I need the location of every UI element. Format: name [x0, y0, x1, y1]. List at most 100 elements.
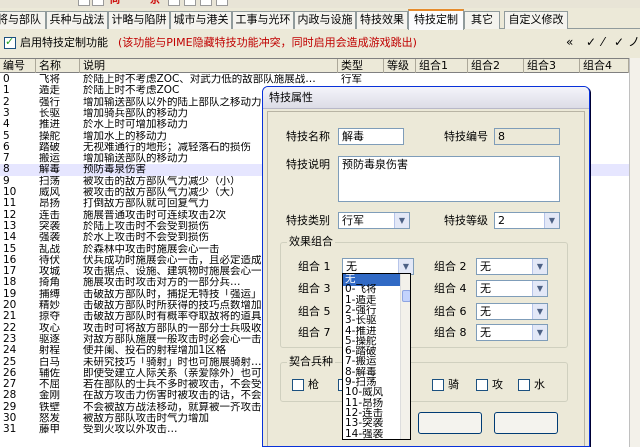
troop-spear-checkbox[interactable]: [292, 379, 304, 391]
tab-works-auras[interactable]: 工事与光环: [232, 11, 294, 29]
chevron-down-icon[interactable]: ▼: [532, 259, 547, 274]
double-chevron-left-icon[interactable]: «: [566, 35, 573, 49]
skill-desc-textarea[interactable]: 预防毒泉伤害: [338, 156, 560, 202]
tab-other[interactable]: 其它: [464, 11, 500, 29]
table-cell-c4: [580, 74, 629, 85]
tab-officers-units[interactable]: 将与部队: [0, 11, 46, 29]
table-cell-id: 6: [3, 141, 10, 153]
table-cell-name: 扫荡: [39, 175, 60, 187]
tab-cities-ports[interactable]: 城市与港关: [170, 11, 232, 29]
combo1-dropdown-list[interactable]: 无 0-飞将 1-遁走 2-强行 3-长驱 4-推进 5-操舵 6-踏破 7-搬运 8-解毒 9-扫…: [342, 273, 411, 440]
troop-cavalry-checkbox[interactable]: [432, 379, 444, 391]
combo8-select[interactable]: 无 ▼: [476, 324, 548, 341]
table-cell-name: 攻城: [39, 266, 60, 278]
skill-type-select[interactable]: 行军 ▼: [338, 212, 410, 229]
table-cell-id: 29: [3, 401, 17, 413]
combo2-select[interactable]: 无 ▼: [476, 258, 548, 275]
table-cell-c3: [524, 74, 580, 85]
tab-custom-edit[interactable]: 自定义修改: [504, 11, 568, 29]
dialog-title: 特技属性: [263, 87, 589, 109]
column-header-type[interactable]: 类型: [338, 59, 384, 73]
check-icon[interactable]: ✓: [586, 35, 596, 49]
combo1-value: 无: [346, 260, 357, 273]
table-cell-name: 铁壁: [39, 401, 60, 413]
column-header-name[interactable]: 名称: [36, 59, 80, 73]
toolbar-button[interactable]: [168, 0, 180, 6]
check-icon[interactable]: ノ: [628, 35, 640, 49]
table-cell-name: 藤甲: [39, 424, 60, 436]
table-cell-id: 20: [3, 300, 17, 311]
chevron-down-icon[interactable]: ▼: [544, 213, 559, 228]
skill-name-input[interactable]: 解毒: [338, 128, 404, 145]
table-cell-id: 16: [3, 254, 17, 266]
table-cell-id: 10: [3, 187, 17, 198]
table-cell-id: 13: [3, 220, 17, 232]
column-header-level[interactable]: 等级: [384, 59, 416, 73]
table-cell-name: 连击: [39, 209, 60, 221]
combo6-select[interactable]: 无 ▼: [476, 303, 548, 320]
table-cell-type: 行军: [341, 74, 362, 85]
dropdown-option[interactable]: 14-强袭: [343, 429, 400, 440]
table-cell-name: 白马: [39, 356, 60, 368]
chevron-down-icon[interactable]: ▼: [394, 213, 409, 228]
chevron-down-icon[interactable]: ▼: [532, 304, 547, 319]
table-cell-id: 3: [3, 107, 10, 119]
combo7-label: 组合 7: [298, 326, 331, 339]
combo5-label: 组合 5: [298, 305, 331, 318]
troop-navy-checkbox[interactable]: [518, 379, 530, 391]
table-row[interactable]: 0 飞将 於陆上时不考虑ZOC、对武力低的敌部队施展战… 行军: [0, 74, 629, 85]
table-cell-desc: 於陆上时不考虑ZOC、对武力低的敌部队施展战…: [83, 74, 316, 85]
enable-skill-custom-checkbox[interactable]: [4, 35, 16, 49]
tab-skill-custom[interactable]: 特技定制: [408, 9, 464, 30]
toolbar-button[interactable]: [200, 0, 212, 6]
toolbar-button[interactable]: [78, 0, 90, 6]
combo4-label: 组合 4: [434, 282, 467, 295]
chevron-down-icon[interactable]: ▼: [532, 281, 547, 296]
skill-level-value: 2: [498, 214, 505, 227]
check-slash-icon[interactable]: ⁄: [602, 35, 604, 49]
table-cell-name: 推进: [39, 119, 60, 131]
table-cell-name: 不屈: [39, 379, 60, 391]
skill-level-select[interactable]: 2 ▼: [494, 212, 560, 229]
table-cell-name: 辅佐: [39, 367, 60, 379]
skill-desc-label: 特技说明: [286, 158, 330, 171]
table-cell-id: 14: [3, 232, 17, 244]
table-cell-name: 精妙: [39, 300, 60, 311]
toolbar-button[interactable]: [216, 0, 228, 6]
table-cell-id: 22: [3, 322, 17, 334]
cancel-button[interactable]: [494, 412, 558, 434]
column-header-desc[interactable]: 说明: [80, 59, 338, 73]
table-cell-id: 18: [3, 277, 17, 289]
column-header-combo3[interactable]: 组合3: [524, 59, 580, 73]
conflict-warning-text: (该功能与PIME隐藏特技功能冲突，同时启用会造成游戏跳出): [118, 36, 417, 49]
table-cell-id: 5: [3, 130, 10, 142]
combo4-value: 无: [480, 282, 491, 295]
toolbar-button[interactable]: [92, 0, 104, 6]
column-header-id[interactable]: 编号: [0, 59, 36, 73]
table-cell-id: 4: [3, 119, 10, 131]
ok-button[interactable]: [418, 412, 482, 434]
table-cell-level: [384, 74, 416, 85]
chevron-down-icon[interactable]: ▼: [398, 259, 413, 274]
dropdown-scroll-thumb[interactable]: [402, 290, 410, 302]
column-header-combo4[interactable]: 组合4: [580, 59, 629, 73]
combo2-value: 无: [480, 260, 491, 273]
table-vertical-scrollbar[interactable]: [629, 58, 640, 447]
brush-icon[interactable]: ✓: [614, 35, 624, 49]
table-cell-name: 昂扬: [39, 198, 60, 210]
combo2-label: 组合 2: [434, 260, 467, 273]
tab-stratagems-traps[interactable]: 计略与陷阱: [108, 11, 170, 29]
table-cell-name: 飞将: [39, 74, 60, 85]
tab-skill-effects[interactable]: 特技效果: [356, 11, 408, 29]
skill-type-label: 特技类别: [286, 214, 330, 227]
combo4-select[interactable]: 无 ▼: [476, 280, 548, 297]
table-cell-id: 19: [3, 288, 17, 300]
column-header-combo1[interactable]: 组合1: [416, 59, 468, 73]
tab-troops-tactics[interactable]: 兵种与战法: [46, 11, 108, 29]
column-header-combo2[interactable]: 组合2: [468, 59, 524, 73]
chevron-down-icon[interactable]: ▼: [532, 325, 547, 340]
dropdown-scrollbar[interactable]: [400, 274, 410, 439]
tab-domestic-facilities[interactable]: 内政与设施: [294, 11, 356, 29]
troop-siege-checkbox[interactable]: [476, 379, 488, 391]
toolbar-button[interactable]: [184, 0, 196, 6]
